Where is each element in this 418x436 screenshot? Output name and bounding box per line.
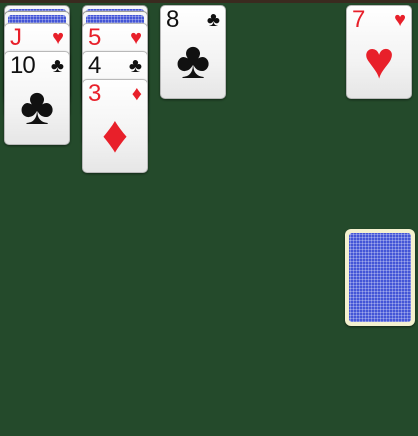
diamond-icon: ♦ bbox=[101, 106, 129, 164]
club-icon: ♣ bbox=[128, 55, 142, 77]
club-icon: ♣ bbox=[50, 55, 64, 77]
stock-pile[interactable] bbox=[345, 229, 415, 326]
heart-icon: ♥ bbox=[52, 27, 64, 49]
card-three-diamonds[interactable]: 3 ♦ ♦ bbox=[82, 79, 148, 173]
card-rank: 3 bbox=[88, 80, 101, 107]
club-icon: ♣ bbox=[175, 32, 211, 90]
card-rank: 7 bbox=[352, 6, 365, 33]
club-icon: ♣ bbox=[206, 9, 220, 31]
card-back-pattern bbox=[349, 233, 411, 322]
card-rank: 4 bbox=[88, 52, 101, 79]
card-rank: 5 bbox=[88, 24, 101, 51]
top-edge bbox=[0, 0, 418, 3]
waste-card-seven-hearts[interactable]: 7 ♥ ♥ bbox=[346, 5, 412, 99]
diamond-icon: ♦ bbox=[131, 83, 142, 105]
card-rank: J bbox=[10, 24, 22, 51]
heart-icon: ♥ bbox=[394, 9, 406, 31]
card-rank: 8 bbox=[166, 6, 179, 33]
card-rank: 10 bbox=[10, 52, 36, 79]
card-ten-clubs[interactable]: 10 ♣ ♣ bbox=[4, 51, 70, 145]
heart-icon: ♥ bbox=[363, 32, 395, 90]
heart-icon: ♥ bbox=[130, 27, 142, 49]
card-eight-clubs[interactable]: 8 ♣ ♣ bbox=[160, 5, 226, 99]
club-icon: ♣ bbox=[19, 78, 55, 136]
